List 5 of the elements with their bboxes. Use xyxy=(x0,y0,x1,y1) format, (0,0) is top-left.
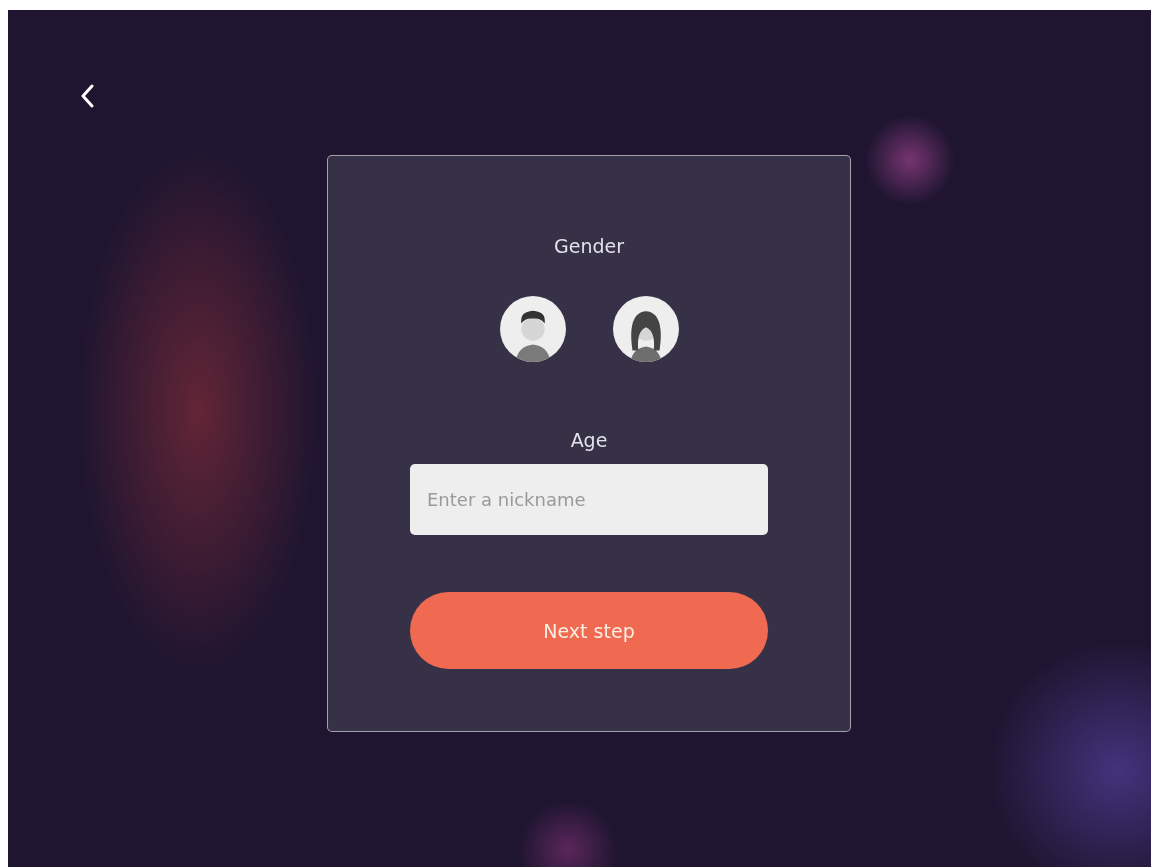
next-step-button[interactable]: Next step xyxy=(410,592,768,669)
nickname-field[interactable]: Enter a nickname xyxy=(410,464,768,535)
gender-label: Gender xyxy=(554,234,624,258)
age-label: Age xyxy=(570,428,608,452)
back-chevron-icon xyxy=(80,84,94,108)
